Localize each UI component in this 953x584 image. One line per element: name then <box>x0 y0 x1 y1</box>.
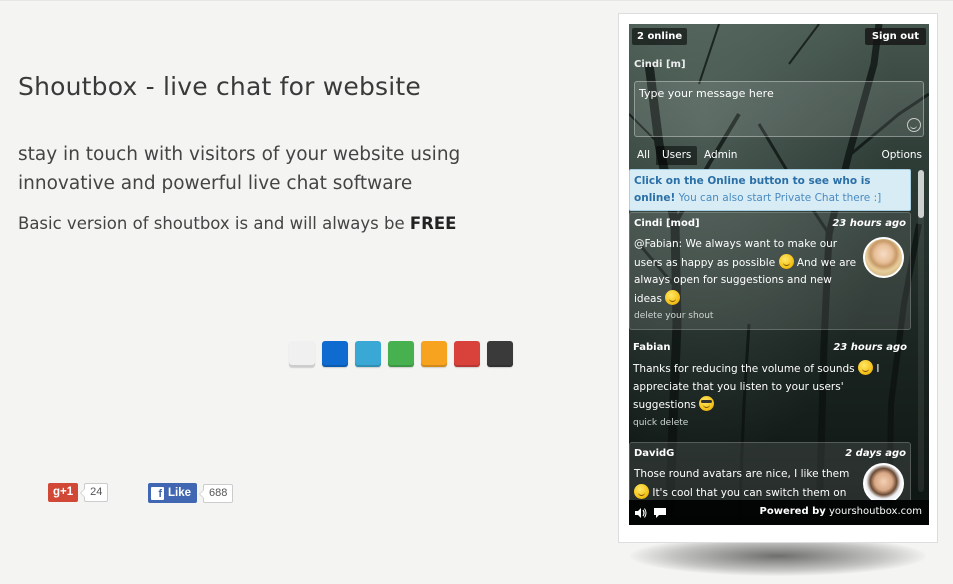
feed-scrollbar[interactable] <box>918 170 924 492</box>
shout-author: Fabian <box>633 342 671 353</box>
tab-all[interactable]: All <box>631 146 656 165</box>
facebook-like-widget: f Like 688 <box>148 483 234 503</box>
swatch-green[interactable] <box>388 341 414 367</box>
smile-emoticon-icon <box>857 360 873 375</box>
free-notice: Basic version of shoutbox is and will al… <box>18 214 456 233</box>
tab-admin[interactable]: Admin <box>698 146 743 165</box>
free-word: FREE <box>409 214 457 233</box>
online-count-button[interactable]: 2 online <box>632 28 688 45</box>
options-button[interactable]: Options <box>881 146 922 165</box>
swatch-white[interactable] <box>289 341 315 367</box>
widget-footer: Powered by yourshoutbox.com <box>629 500 929 525</box>
swatch-orange[interactable] <box>421 341 447 367</box>
gplus-widget: g+1 24 <box>48 483 109 502</box>
smile-emoticon-icon <box>665 289 681 305</box>
powered-by-link[interactable]: yourshoutbox.com <box>829 506 922 517</box>
powered-by-label: Powered by <box>759 506 826 517</box>
shout-time: 2 days ago <box>845 448 906 459</box>
swatch-light-blue[interactable] <box>355 341 381 367</box>
online-notice-text: You can also start Private Chat there :] <box>678 192 882 204</box>
theme-swatches <box>289 341 513 367</box>
shout-tabs: All Users Admin Options <box>629 146 929 166</box>
current-username: Cindi [m] <box>634 59 686 70</box>
page-title: Shoutbox - live chat for website <box>18 72 422 101</box>
online-notice: Click on the Online button to see who is… <box>629 169 911 211</box>
user-avatar[interactable] <box>863 237 904 278</box>
shout-item[interactable]: DavidG 2 days ago Those round avatars are… <box>629 442 911 500</box>
facebook-like-count: 688 <box>198 483 234 503</box>
swatch-blue[interactable] <box>322 341 348 367</box>
gplus-count: 24 <box>80 483 109 502</box>
swatch-black[interactable] <box>487 341 513 367</box>
shout-author: DavidG <box>634 448 675 459</box>
gplus-button[interactable]: g+1 <box>48 483 79 502</box>
message-input[interactable] <box>634 81 924 137</box>
shout-time: 23 hours ago <box>833 342 907 353</box>
shout-text-cont: It's cool that you can switch them on <box>652 486 847 499</box>
page-description: stay in touch with visitors of your webs… <box>18 144 461 194</box>
sign-out-button[interactable]: Sign out <box>864 28 926 45</box>
shout-text: Thanks for reducing the volume of sounds <box>633 363 855 375</box>
top-divider <box>0 0 953 1</box>
facebook-like-label: Like <box>168 487 192 499</box>
volume-icon[interactable] <box>635 508 647 518</box>
powered-by: Powered by yourshoutbox.com <box>760 506 922 517</box>
shout-feed: Click on the Online button to see who is… <box>629 166 929 500</box>
tab-users[interactable]: Users <box>656 146 698 165</box>
free-notice-text: Basic version of shoutbox is and will al… <box>18 214 405 233</box>
delete-shout-link[interactable]: delete your shout <box>634 311 906 321</box>
facebook-icon: f <box>151 486 164 500</box>
facebook-like-button[interactable]: f Like <box>148 483 198 503</box>
shoutbox-widget: 2 online Sign out Cindi [m] All Users Ad… <box>629 24 929 525</box>
shout-text: Those round avatars are nice, I like the… <box>634 468 850 480</box>
shout-item[interactable]: Fabian 23 hours ago Thanks for reducing t… <box>629 337 911 437</box>
quick-delete-link[interactable]: quick delete <box>633 418 907 428</box>
user-avatar[interactable] <box>863 463 904 500</box>
feed-scroll-thumb[interactable] <box>918 170 924 218</box>
swatch-red[interactable] <box>454 341 480 367</box>
cool-emoticon-icon <box>699 396 715 411</box>
smile-emoticon-icon <box>778 253 794 269</box>
smiley-icon[interactable] <box>907 118 921 132</box>
chat-bubble-icon[interactable] <box>654 508 666 518</box>
shout-author: Cindi [mod] <box>634 218 700 229</box>
smile-emoticon-icon <box>634 483 649 499</box>
shout-item[interactable]: Cindi [mod] 23 hours ago @Fabian: We alwa… <box>629 212 911 330</box>
shout-time: 23 hours ago <box>832 218 906 229</box>
